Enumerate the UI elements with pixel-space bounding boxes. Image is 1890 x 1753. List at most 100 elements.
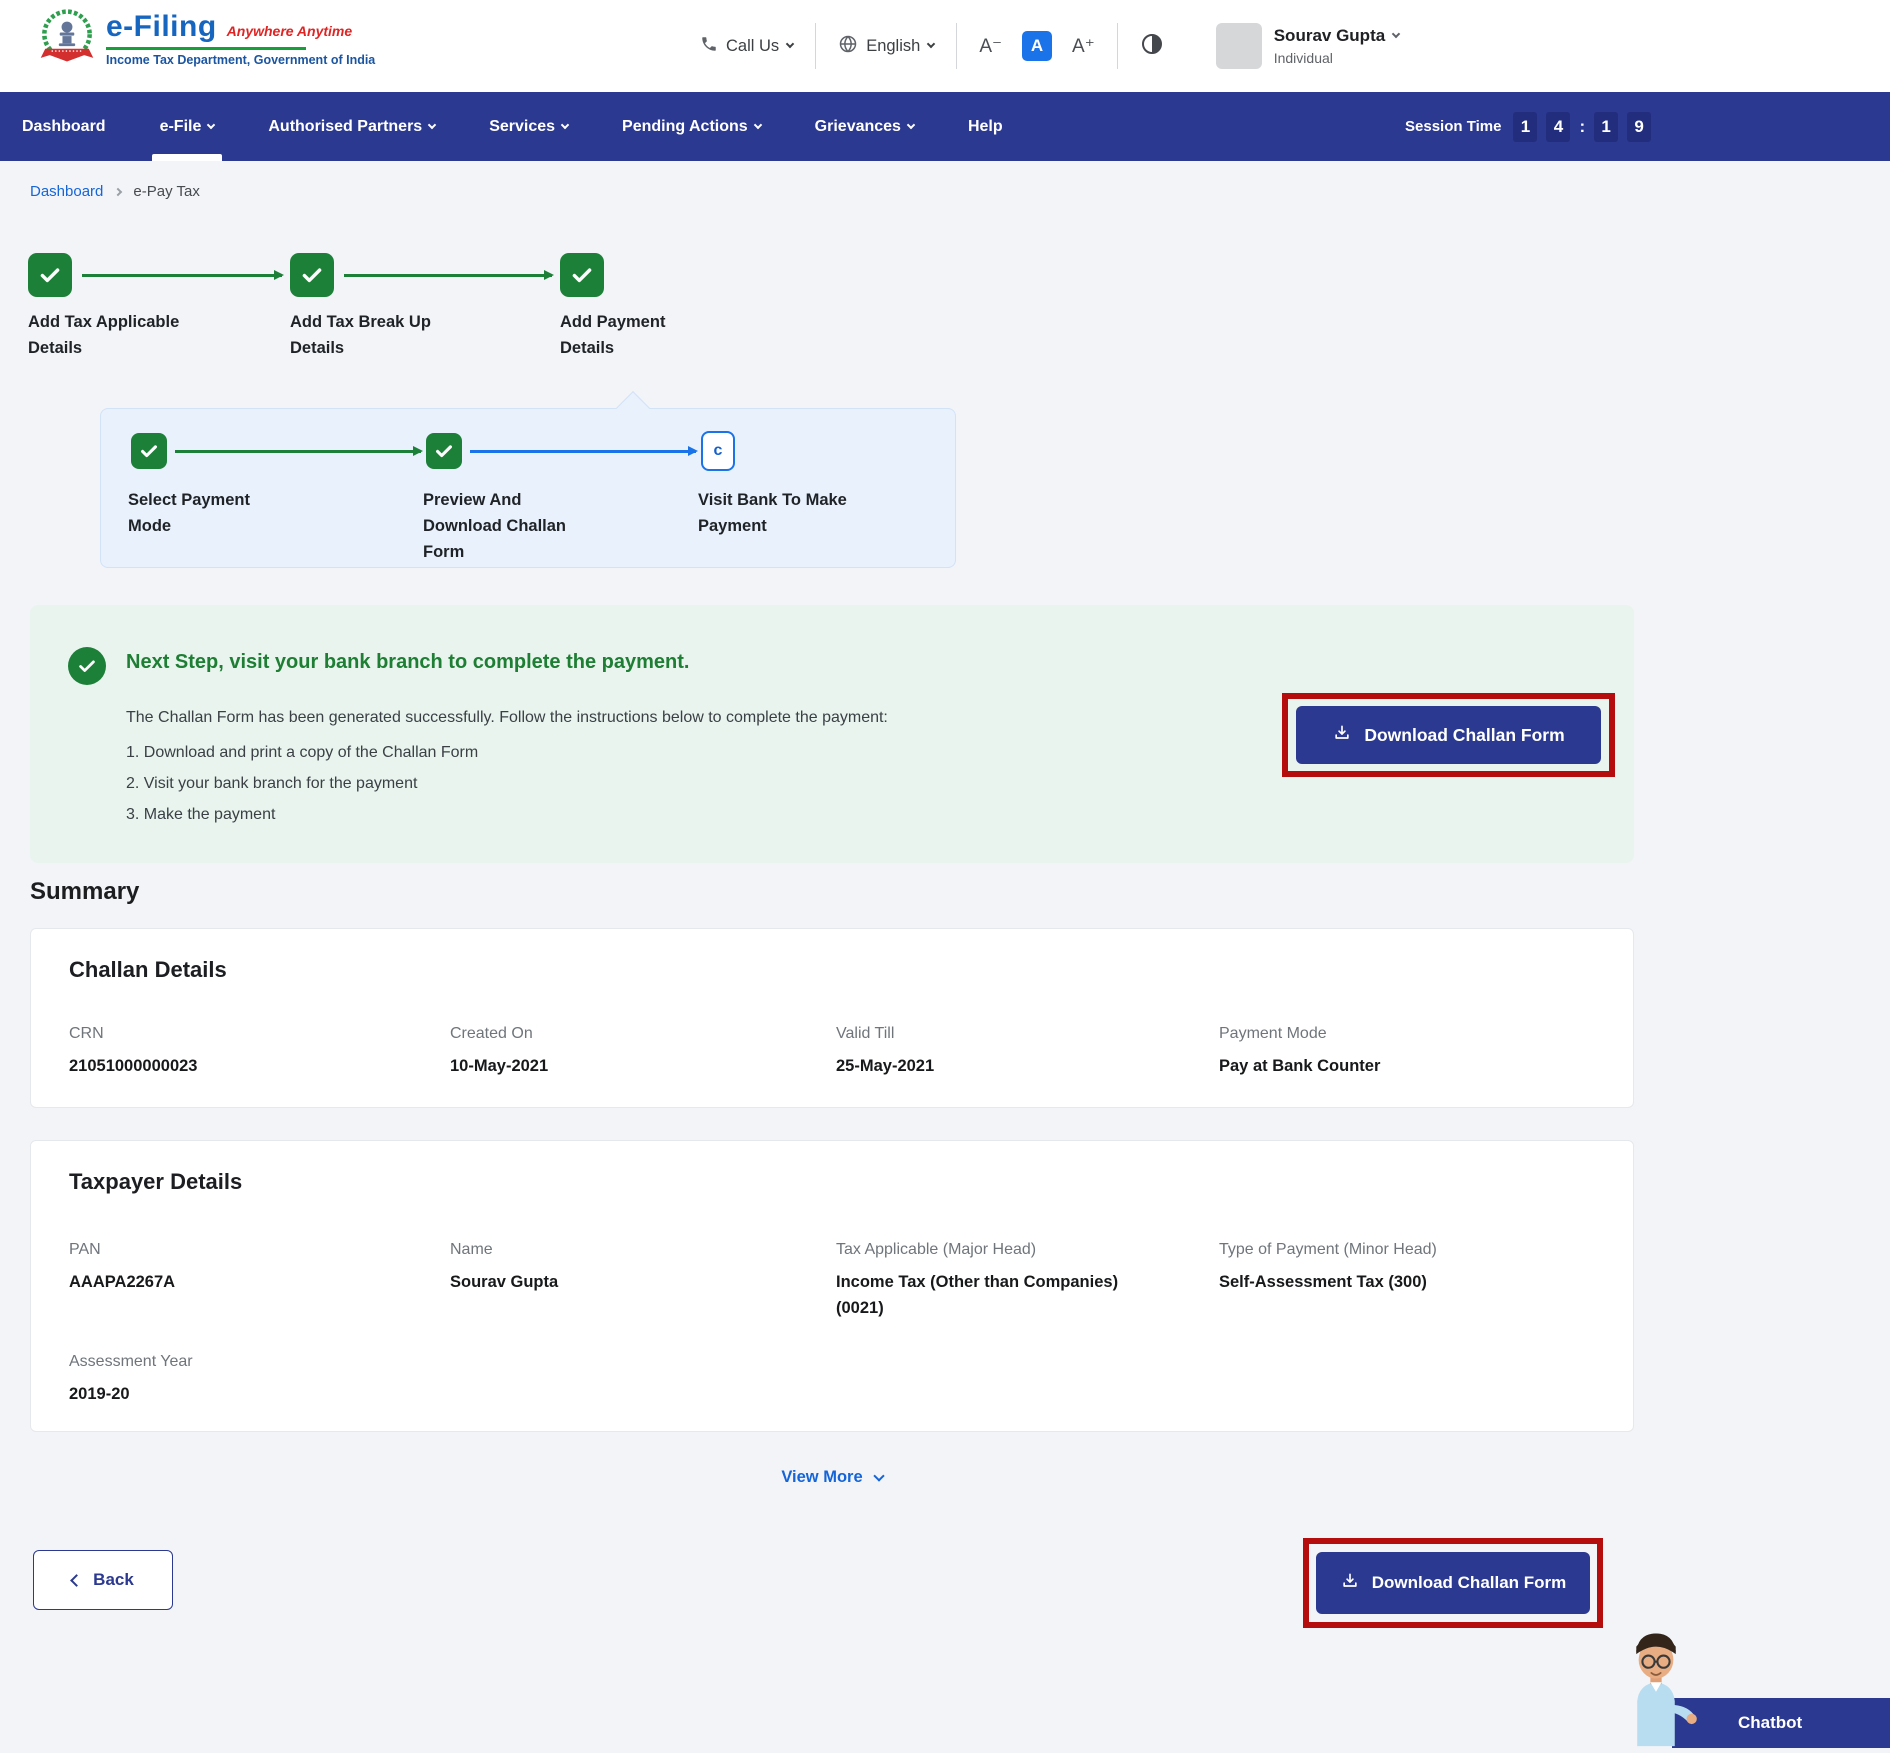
chatbot-label: Chatbot <box>1738 1713 1802 1733</box>
divider <box>1117 23 1118 69</box>
nav-item-pending-actions[interactable]: Pending Actions <box>622 92 761 161</box>
session-digit: 1 <box>1513 112 1537 142</box>
challan-details-title: Challan Details <box>69 957 227 983</box>
download-challan-button-bottom[interactable]: Download Challan Form <box>1316 1552 1590 1614</box>
chatbot-button[interactable]: Chatbot <box>1672 1698 1890 1748</box>
summary-heading: Summary <box>30 878 139 906</box>
font-default-button[interactable]: A <box>1022 31 1052 61</box>
field-crn: CRN 21051000000023 <box>69 1025 389 1079</box>
brand-subtitle: Income Tax Department, Government of Ind… <box>106 53 375 67</box>
field-name: Name Sourav Gupta <box>450 1241 780 1295</box>
app-header: e-Filing Anywhere Anytime Income Tax Dep… <box>0 0 1890 92</box>
instruction-line: 2. Visit your bank branch for the paymen… <box>126 768 478 799</box>
brand-block: e-Filing Anywhere Anytime Income Tax Dep… <box>106 10 375 67</box>
field-valid-till: Valid Till 25-May-2021 <box>836 1025 1166 1079</box>
chevron-down-icon <box>1392 29 1400 37</box>
download-challan-label: Download Challan Form <box>1364 725 1564 746</box>
success-check-icon <box>68 647 106 685</box>
language-menu[interactable]: English <box>838 34 934 59</box>
brand-tagline: Anywhere Anytime <box>227 23 353 39</box>
substep-check-icon <box>426 433 462 469</box>
call-us-menu[interactable]: Call Us <box>700 35 793 58</box>
nav-item-authorised-partners[interactable]: Authorised Partners <box>268 92 435 161</box>
field-type-of-payment: Type of Payment (Minor Head) Self-Assess… <box>1219 1241 1609 1295</box>
font-decrease-button[interactable]: A⁻ <box>979 35 1002 58</box>
chevron-left-icon <box>70 1574 83 1587</box>
step-check-icon <box>28 253 72 297</box>
breadcrumb-dashboard-link[interactable]: Dashboard <box>30 183 103 200</box>
instruction-line: 3. Make the payment <box>126 799 478 830</box>
field-assessment-year: Assessment Year 2019-20 <box>69 1353 389 1407</box>
contrast-toggle-icon[interactable] <box>1140 32 1164 61</box>
substep-check-icon <box>131 433 167 469</box>
highlight-annotation: Download Challan Form <box>1303 1538 1603 1628</box>
substep-connector <box>175 450 421 453</box>
language-label: English <box>866 37 920 56</box>
banner-instructions: 1. Download and print a copy of the Chal… <box>126 737 478 830</box>
brand-rule <box>106 47 306 50</box>
field-tax-applicable: Tax Applicable (Major Head) Income Tax (… <box>836 1241 1166 1321</box>
view-more-link[interactable]: View More <box>781 1468 882 1487</box>
step-check-icon <box>560 253 604 297</box>
chevron-down-icon <box>907 121 915 129</box>
chevron-down-icon <box>753 121 761 129</box>
download-icon <box>1340 1571 1360 1596</box>
nav-item-help[interactable]: Help <box>968 92 1003 161</box>
chatbot-avatar-figure[interactable] <box>1608 1626 1704 1753</box>
chevron-down-icon <box>786 39 794 47</box>
substep-label: Visit Bank To Make Payment <box>698 487 873 539</box>
back-button[interactable]: Back <box>33 1550 173 1610</box>
chevron-down-icon <box>428 121 436 129</box>
call-us-label: Call Us <box>726 37 779 56</box>
chevron-down-icon <box>873 1470 884 1481</box>
banner-description: The Challan Form has been generated succ… <box>126 709 888 727</box>
session-timer: Session Time 1 4 : 1 9 <box>1405 92 1651 161</box>
session-time-label: Session Time <box>1405 118 1501 135</box>
session-colon: : <box>1579 117 1585 137</box>
session-digit: 1 <box>1594 112 1618 142</box>
step-connector <box>82 274 282 277</box>
panel-notch <box>616 391 650 425</box>
breadcrumb: Dashboard e-Pay Tax <box>30 183 200 200</box>
download-challan-button-top[interactable]: Download Challan Form <box>1296 706 1601 764</box>
step-connector <box>344 274 552 277</box>
user-type: Individual <box>1274 50 1399 66</box>
challan-details-card: Challan Details CRN 21051000000023 Creat… <box>30 928 1634 1108</box>
main-nav: Dashboard e-File Authorised Partners Ser… <box>0 92 1890 161</box>
field-pan: PAN AAAPA2267A <box>69 1241 389 1295</box>
nav-item-e-file[interactable]: e-File <box>160 92 215 161</box>
session-digit: 9 <box>1627 112 1651 142</box>
globe-icon <box>838 34 858 59</box>
substep-label: Preview And Download Challan Form <box>423 487 588 565</box>
session-digit: 4 <box>1546 112 1570 142</box>
taxpayer-details-card: Taxpayer Details PAN AAAPA2267A Name Sou… <box>30 1140 1634 1432</box>
chevron-right-icon <box>114 187 122 195</box>
nav-item-grievances[interactable]: Grievances <box>815 92 914 161</box>
avatar <box>1216 23 1262 69</box>
font-increase-button[interactable]: A⁺ <box>1072 35 1095 58</box>
divider <box>956 23 957 69</box>
nav-item-dashboard[interactable]: Dashboard <box>22 92 106 161</box>
highlight-annotation: Download Challan Form <box>1282 693 1615 777</box>
download-icon <box>1332 723 1352 748</box>
chevron-down-icon <box>561 121 569 129</box>
field-created-on: Created On 10-May-2021 <box>450 1025 780 1079</box>
user-menu[interactable]: Sourav Gupta Individual <box>1216 23 1399 69</box>
chevron-down-icon <box>207 121 215 129</box>
step-check-icon <box>290 253 334 297</box>
success-banner: Next Step, visit your bank branch to com… <box>30 605 1634 863</box>
banner-title: Next Step, visit your bank branch to com… <box>126 651 689 674</box>
divider <box>815 23 816 69</box>
payment-substepper-panel: c Select Payment Mode Preview And Downlo… <box>100 408 956 568</box>
user-name: Sourav Gupta <box>1274 26 1385 46</box>
current-step-marker: c <box>701 431 735 471</box>
field-payment-mode: Payment Mode Pay at Bank Counter <box>1219 1025 1609 1079</box>
nav-item-services[interactable]: Services <box>489 92 568 161</box>
step-label: Add Tax Applicable Details <box>28 309 213 361</box>
download-challan-label: Download Challan Form <box>1372 1573 1567 1593</box>
phone-icon <box>700 35 718 58</box>
main-stepper: Add Tax Applicable Details Add Tax Break… <box>28 253 928 393</box>
breadcrumb-current: e-Pay Tax <box>133 183 199 200</box>
instruction-line: 1. Download and print a copy of the Chal… <box>126 737 478 768</box>
chevron-down-icon <box>927 39 935 47</box>
